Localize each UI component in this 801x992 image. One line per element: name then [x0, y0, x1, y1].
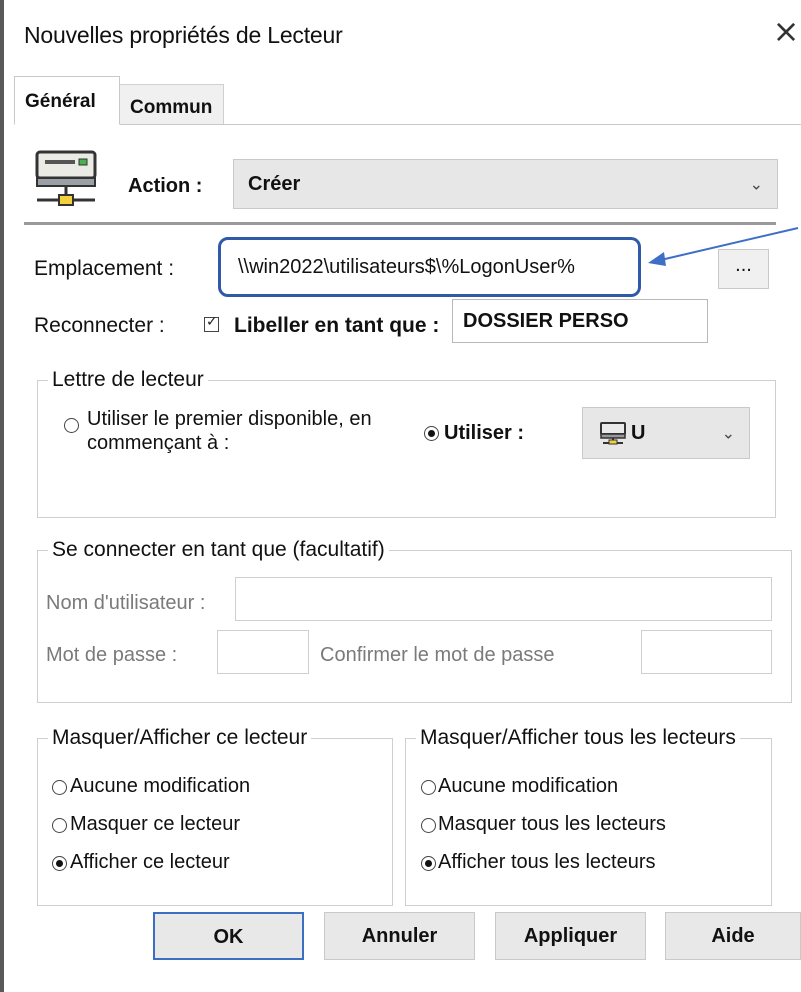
apply-button[interactable]: Appliquer — [495, 912, 646, 960]
drive-letter-value: U — [631, 422, 646, 444]
option-drive-hide: Masquer ce lecteur — [70, 813, 241, 835]
option-use-label: Utiliser : — [444, 422, 525, 444]
network-drive-icon — [35, 150, 97, 206]
radio-drive-show[interactable] — [52, 856, 67, 871]
label-as-input[interactable]: DOSSIER PERSO — [452, 299, 708, 343]
option-all-show: Afficher tous les lecteurs — [438, 851, 656, 873]
separator — [24, 222, 776, 225]
radio-use[interactable] — [424, 426, 439, 441]
action-label: Action : — [128, 175, 203, 197]
radio-all-hide[interactable] — [421, 818, 436, 833]
tab-general[interactable]: Général — [14, 76, 120, 125]
option-drive-no-change: Aucune modification — [70, 775, 251, 797]
password-label: Mot de passe : — [46, 644, 178, 666]
ok-button[interactable]: OK — [153, 912, 304, 960]
password-input[interactable] — [217, 630, 309, 674]
action-value: Créer — [248, 173, 301, 195]
window-left-border — [0, 0, 4, 992]
dialog-title: Nouvelles propriétés de Lecteur — [24, 22, 343, 48]
tab-commun[interactable]: Commun — [120, 84, 224, 124]
help-button[interactable]: Aide — [665, 912, 801, 960]
chevron-down-icon: ⌄ — [721, 423, 735, 443]
action-dropdown[interactable]: Créer ⌄ — [233, 159, 778, 209]
drive-letter-legend: Lettre de lecteur — [48, 368, 208, 392]
option-drive-show: Afficher ce lecteur — [70, 851, 230, 873]
option-first-available-line1: Utiliser le premier disponible, en — [87, 408, 372, 430]
option-all-hide: Masquer tous les lecteurs — [438, 813, 666, 835]
radio-all-show[interactable] — [421, 856, 436, 871]
username-input[interactable] — [235, 577, 772, 621]
option-all-no-change: Aucune modification — [438, 775, 619, 797]
hide-show-all-legend: Masquer/Afficher tous les lecteurs — [416, 726, 740, 750]
browse-button[interactable]: ... — [718, 249, 769, 289]
drive-letter-dropdown[interactable]: U ⌄ — [582, 407, 750, 459]
radio-first-available[interactable] — [64, 418, 79, 433]
connect-as-legend: Se connecter en tant que (facultatif) — [48, 538, 389, 562]
reconnect-label: Reconnecter : — [34, 314, 165, 337]
location-label: Emplacement : — [34, 257, 175, 280]
close-icon[interactable]: × — [772, 15, 800, 48]
hide-show-drive-legend: Masquer/Afficher ce lecteur — [48, 726, 312, 750]
drive-icon — [600, 422, 626, 445]
cancel-button[interactable]: Annuler — [324, 912, 475, 960]
radio-drive-hide[interactable] — [52, 818, 67, 833]
reconnect-checkbox[interactable] — [204, 314, 219, 332]
confirm-password-label: Confirmer le mot de passe — [320, 644, 555, 666]
radio-drive-no-change[interactable] — [52, 780, 67, 795]
label-as-label: Libeller en tant que : — [234, 314, 440, 337]
annotation-highlight-box — [218, 237, 641, 297]
option-first-available-line2: commençant à : — [87, 432, 230, 454]
username-label: Nom d'utilisateur : — [46, 592, 206, 614]
connect-as-group — [37, 550, 792, 703]
confirm-password-input[interactable] — [641, 630, 772, 674]
radio-all-no-change[interactable] — [421, 780, 436, 795]
tab-strip-border — [14, 124, 801, 125]
chevron-down-icon: ⌄ — [749, 174, 763, 194]
